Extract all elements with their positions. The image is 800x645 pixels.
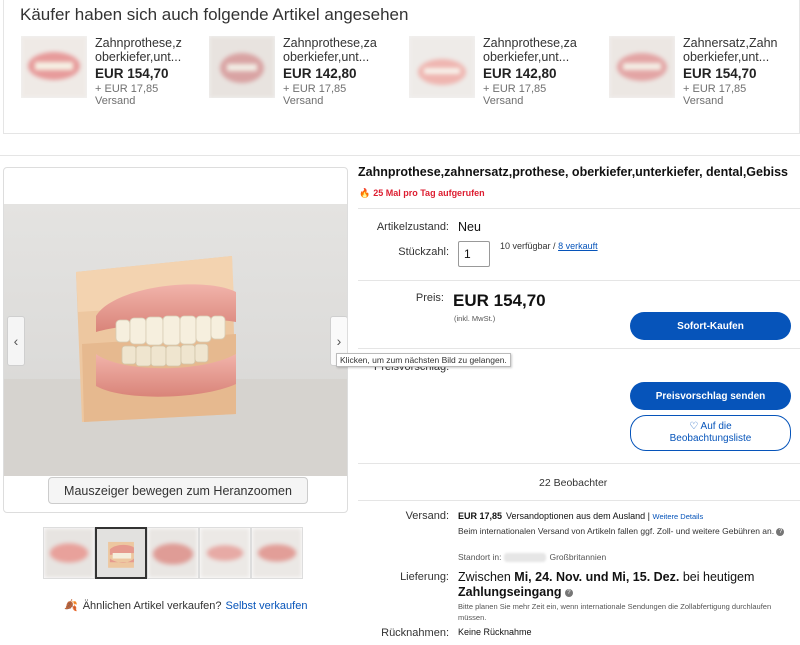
also-viewed-card[interactable]: Zahnprothese,za oberkiefer,unt... EUR 14…: [209, 36, 394, 107]
card-title-line1[interactable]: Zahnprothese,za: [483, 36, 579, 50]
available-count: 10 verfügbar /: [500, 241, 556, 251]
also-viewed-heading: Käufer haben sich auch folgende Artikel …: [20, 5, 409, 24]
divider: [358, 280, 800, 281]
delivery-prefix: Zwischen: [458, 570, 511, 584]
delivery-end: Zahlungseingang: [458, 585, 562, 599]
card-price: EUR 154,70: [95, 66, 169, 81]
divider: [358, 463, 800, 464]
product-thumbnail[interactable]: [209, 36, 275, 98]
condition-label: Artikelzustand:: [376, 221, 449, 233]
sell-similar: 🍂 Ähnlichen Artikel verkaufen? Selbst verk…: [64, 599, 307, 612]
also-viewed-section: Käufer haben sich auch folgende Artikel …: [3, 0, 800, 134]
redacted-location: [504, 553, 547, 563]
location-label: Standort in:: [458, 552, 502, 562]
watchlist-line2: Beobachtungsliste: [669, 433, 752, 444]
also-viewed-card[interactable]: Zahnprothese,za oberkiefer,unt... EUR 14…: [409, 36, 594, 107]
card-title-line2[interactable]: oberkiefer,unt...: [683, 50, 779, 64]
card-shipping-line1: + EUR 17,85: [483, 83, 547, 95]
info-icon[interactable]: ?: [776, 527, 785, 536]
card-title-line1[interactable]: Zahnprothese,z: [95, 36, 191, 50]
item-price: EUR 154,70: [453, 291, 546, 310]
card-title-line2[interactable]: oberkiefer,unt...: [483, 50, 579, 64]
card-shipping-line2: Versand: [483, 95, 524, 107]
fire-icon: 🔥: [359, 188, 371, 198]
location-country: Großbritannien: [549, 552, 607, 562]
item-title: Zahnprothese,zahnersatz,prothese, oberki…: [358, 165, 788, 179]
sell-similar-text: Ähnlichen Artikel verkaufen?: [82, 600, 222, 612]
card-shipping-line2: Versand: [283, 95, 324, 107]
shipping-label: Versand:: [405, 510, 449, 522]
card-price: EUR 154,70: [683, 66, 757, 81]
chevron-right-icon: ›: [336, 333, 342, 349]
zoom-hint: Mauszeiger bewegen zum Heranzoomen: [48, 477, 308, 504]
gallery-thumbnail[interactable]: [147, 527, 199, 579]
customs-note-text: Beim internationalen Versand von Artikel…: [458, 526, 775, 536]
item-location: Standort in: Großbritannien: [458, 552, 607, 563]
sold-count-link[interactable]: 8 verkauft: [558, 241, 598, 251]
delivery-estimate: Zwischen Mi, 24. Nov. und Mi, 15. Dez. b…: [458, 570, 798, 600]
card-shipping-line2: Versand: [683, 95, 724, 107]
returns-label: Rücknahmen:: [381, 627, 449, 639]
condition-value: Neu: [458, 220, 481, 234]
watchlist-line1: Auf die: [700, 421, 732, 432]
shipping-price: EUR 17,85: [458, 511, 503, 521]
image-gallery: ‹ › Mauszeiger bewegen zum Heranzoomen: [3, 167, 348, 513]
also-viewed-card[interactable]: Zahnersatz,Zahn oberkiefer,unt... EUR 15…: [609, 36, 794, 107]
buy-now-button[interactable]: Sofort-Kaufen: [630, 312, 791, 340]
watchers-count: 22 Beobachter: [539, 477, 608, 489]
card-title-line2[interactable]: oberkiefer,unt...: [283, 50, 379, 64]
card-title-line2[interactable]: oberkiefer,unt...: [95, 50, 191, 64]
product-thumbnail[interactable]: [21, 36, 87, 98]
quantity-label: Stückzahl:: [398, 246, 449, 258]
card-shipping-line1: + EUR 17,85: [95, 83, 159, 95]
make-offer-button[interactable]: Preisvorschlag senden: [630, 382, 791, 410]
divider: [358, 500, 800, 501]
delivery-mid: bei heutigem: [682, 570, 755, 584]
gallery-thumbnail-selected[interactable]: [95, 527, 147, 579]
section-divider: [0, 155, 800, 156]
delivery-note: Bitte planen Sie mehr Zeit ein, wenn int…: [458, 602, 772, 622]
leaf-icon: 🍂: [64, 600, 78, 612]
chevron-left-icon: ‹: [13, 333, 19, 349]
availability: 10 verfügbar / 8 verkauft: [500, 241, 598, 251]
gallery-thumbnail[interactable]: [43, 527, 95, 579]
returns-value: Keine Rücknahme: [458, 627, 532, 637]
card-shipping-line2: Versand: [95, 95, 136, 107]
customs-note: Beim internationalen Versand von Artikel…: [458, 525, 788, 537]
previous-image-button[interactable]: ‹: [7, 316, 25, 366]
heart-icon: ♡: [689, 421, 699, 432]
card-shipping-line1: + EUR 17,85: [283, 83, 347, 95]
gallery-thumbnail[interactable]: [251, 527, 303, 579]
next-image-tooltip: Klicken, um zum nächsten Bild zu gelange…: [336, 353, 511, 367]
product-thumbnail[interactable]: [409, 36, 475, 98]
views-badge: 🔥 25 Mal pro Tag aufgerufen: [359, 188, 485, 199]
sell-yourself-link[interactable]: Selbst verkaufen: [226, 600, 308, 612]
card-price: EUR 142,80: [483, 66, 557, 81]
card-title-line1[interactable]: Zahnprothese,za: [283, 36, 379, 50]
divider: [358, 348, 800, 349]
product-thumbnail[interactable]: [609, 36, 675, 98]
shipping-info: EUR 17,85 Versandoptionen aus dem Ausland…: [458, 511, 703, 521]
gallery-thumbnail[interactable]: [199, 527, 251, 579]
main-product-image[interactable]: [4, 204, 347, 476]
card-price: EUR 142,80: [283, 66, 357, 81]
delivery-date-range: Mi, 24. Nov. und Mi, 15. Dez.: [514, 570, 680, 584]
views-text: 25 Mal pro Tag aufgerufen: [373, 188, 485, 198]
watchlist-button[interactable]: ♡ Auf die Beobachtungsliste: [630, 415, 791, 451]
vat-note: (inkl. MwSt.): [454, 314, 496, 323]
card-shipping-line1: + EUR 17,85: [683, 83, 747, 95]
card-title-line1[interactable]: Zahnersatz,Zahn: [683, 36, 779, 50]
quantity-input[interactable]: 1: [458, 241, 490, 267]
info-icon[interactable]: ?: [564, 588, 573, 597]
price-label: Preis:: [415, 292, 444, 304]
shipping-details-link[interactable]: Weitere Details: [653, 512, 704, 521]
delivery-label: Lieferung:: [400, 571, 449, 583]
divider: [358, 208, 800, 209]
thumbnail-strip: [43, 527, 303, 579]
shipping-desc: Versandoptionen aus dem Ausland |: [506, 511, 650, 521]
also-viewed-card[interactable]: Zahnprothese,z oberkiefer,unt... EUR 154…: [21, 36, 206, 107]
